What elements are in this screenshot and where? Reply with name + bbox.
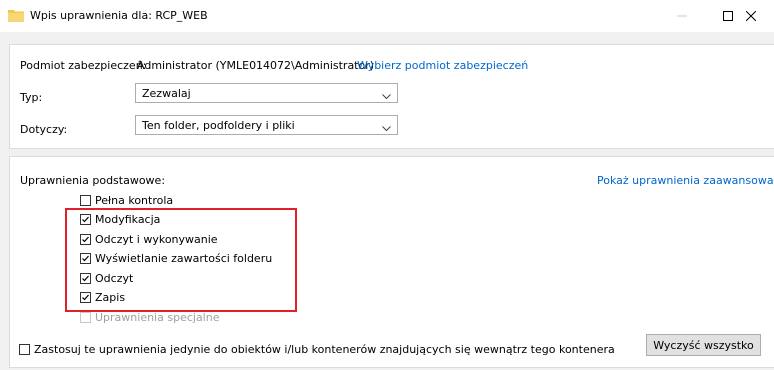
perm-write[interactable]: Zapis — [80, 289, 125, 305]
minimize-icon — [677, 11, 687, 21]
principal-value: Administrator (YMLE014072\Administrator) — [137, 59, 375, 72]
window-title: Wpis uprawnienia dla: RCP_WEB — [30, 9, 208, 22]
checkbox[interactable] — [80, 213, 91, 225]
perm-read[interactable]: Odczyt — [80, 270, 133, 286]
apply-only-option[interactable]: Zastosuj te uprawnienia jedynie do obiek… — [19, 341, 615, 357]
close-button[interactable] — [728, 0, 774, 32]
checkbox[interactable] — [80, 194, 91, 206]
principal-panel: Podmiot zabezpieczeń: Administrator (YML… — [9, 44, 774, 149]
permissions-panel: Uprawnienia podstawowe: Pokaż uprawnieni… — [9, 156, 774, 368]
checkbox[interactable] — [80, 272, 91, 284]
perm-label: Odczyt — [95, 271, 134, 285]
folder-icon — [8, 8, 24, 22]
applies-select-value: Ten folder, podfoldery i pliki — [142, 119, 295, 132]
principal-label: Podmiot zabezpieczeń: — [20, 59, 147, 72]
perm-full-control[interactable]: Pełna kontrola — [80, 192, 173, 208]
chevron-down-icon — [382, 90, 391, 103]
checkbox[interactable] — [19, 343, 30, 355]
checkmark-icon — [82, 275, 89, 281]
perm-label: Odczyt i wykonywanie — [95, 232, 218, 246]
type-select-value: Zezwalaj — [142, 87, 191, 100]
close-icon — [746, 11, 756, 21]
chevron-down-icon — [382, 122, 391, 135]
show-advanced-link[interactable]: Pokaż uprawnienia zaawansowane — [597, 174, 774, 187]
perm-label: Wyświetlanie zawartości folderu — [95, 251, 273, 265]
applies-label: Dotyczy: — [20, 123, 68, 136]
checkmark-icon — [82, 236, 89, 242]
perm-label: Uprawnienia specjalne — [95, 310, 220, 324]
basic-permissions-label: Uprawnienia podstawowe: — [20, 174, 166, 187]
checkmark-icon — [82, 255, 89, 261]
checkbox[interactable] — [80, 233, 91, 245]
perm-special: Uprawnienia specjalne — [80, 309, 219, 325]
clear-all-button[interactable]: Wyczyść wszystko — [646, 334, 761, 356]
title-bar: Wpis uprawnienia dla: RCP_WEB — [0, 0, 774, 32]
minimize-button[interactable] — [659, 0, 705, 32]
type-label: Typ: — [20, 91, 43, 104]
perm-modify[interactable]: Modyfikacja — [80, 211, 160, 227]
perm-label: Pełna kontrola — [95, 193, 174, 207]
checkmark-icon — [82, 216, 89, 222]
checkbox[interactable] — [80, 291, 91, 303]
perm-label: Zapis — [95, 290, 126, 304]
applies-select[interactable]: Ten folder, podfoldery i pliki — [135, 115, 398, 135]
checkmark-icon — [82, 294, 89, 300]
checkbox — [80, 311, 91, 323]
apply-only-label: Zastosuj te uprawnienia jedynie do obiek… — [34, 342, 615, 356]
perm-read-execute[interactable]: Odczyt i wykonywanie — [80, 231, 218, 247]
perm-label: Modyfikacja — [95, 212, 161, 226]
checkbox[interactable] — [80, 252, 91, 264]
perm-list-folder[interactable]: Wyświetlanie zawartości folderu — [80, 250, 272, 266]
select-principal-link[interactable]: Wybierz podmiot zabezpieczeń — [357, 59, 528, 72]
type-select[interactable]: Zezwalaj — [135, 83, 398, 103]
